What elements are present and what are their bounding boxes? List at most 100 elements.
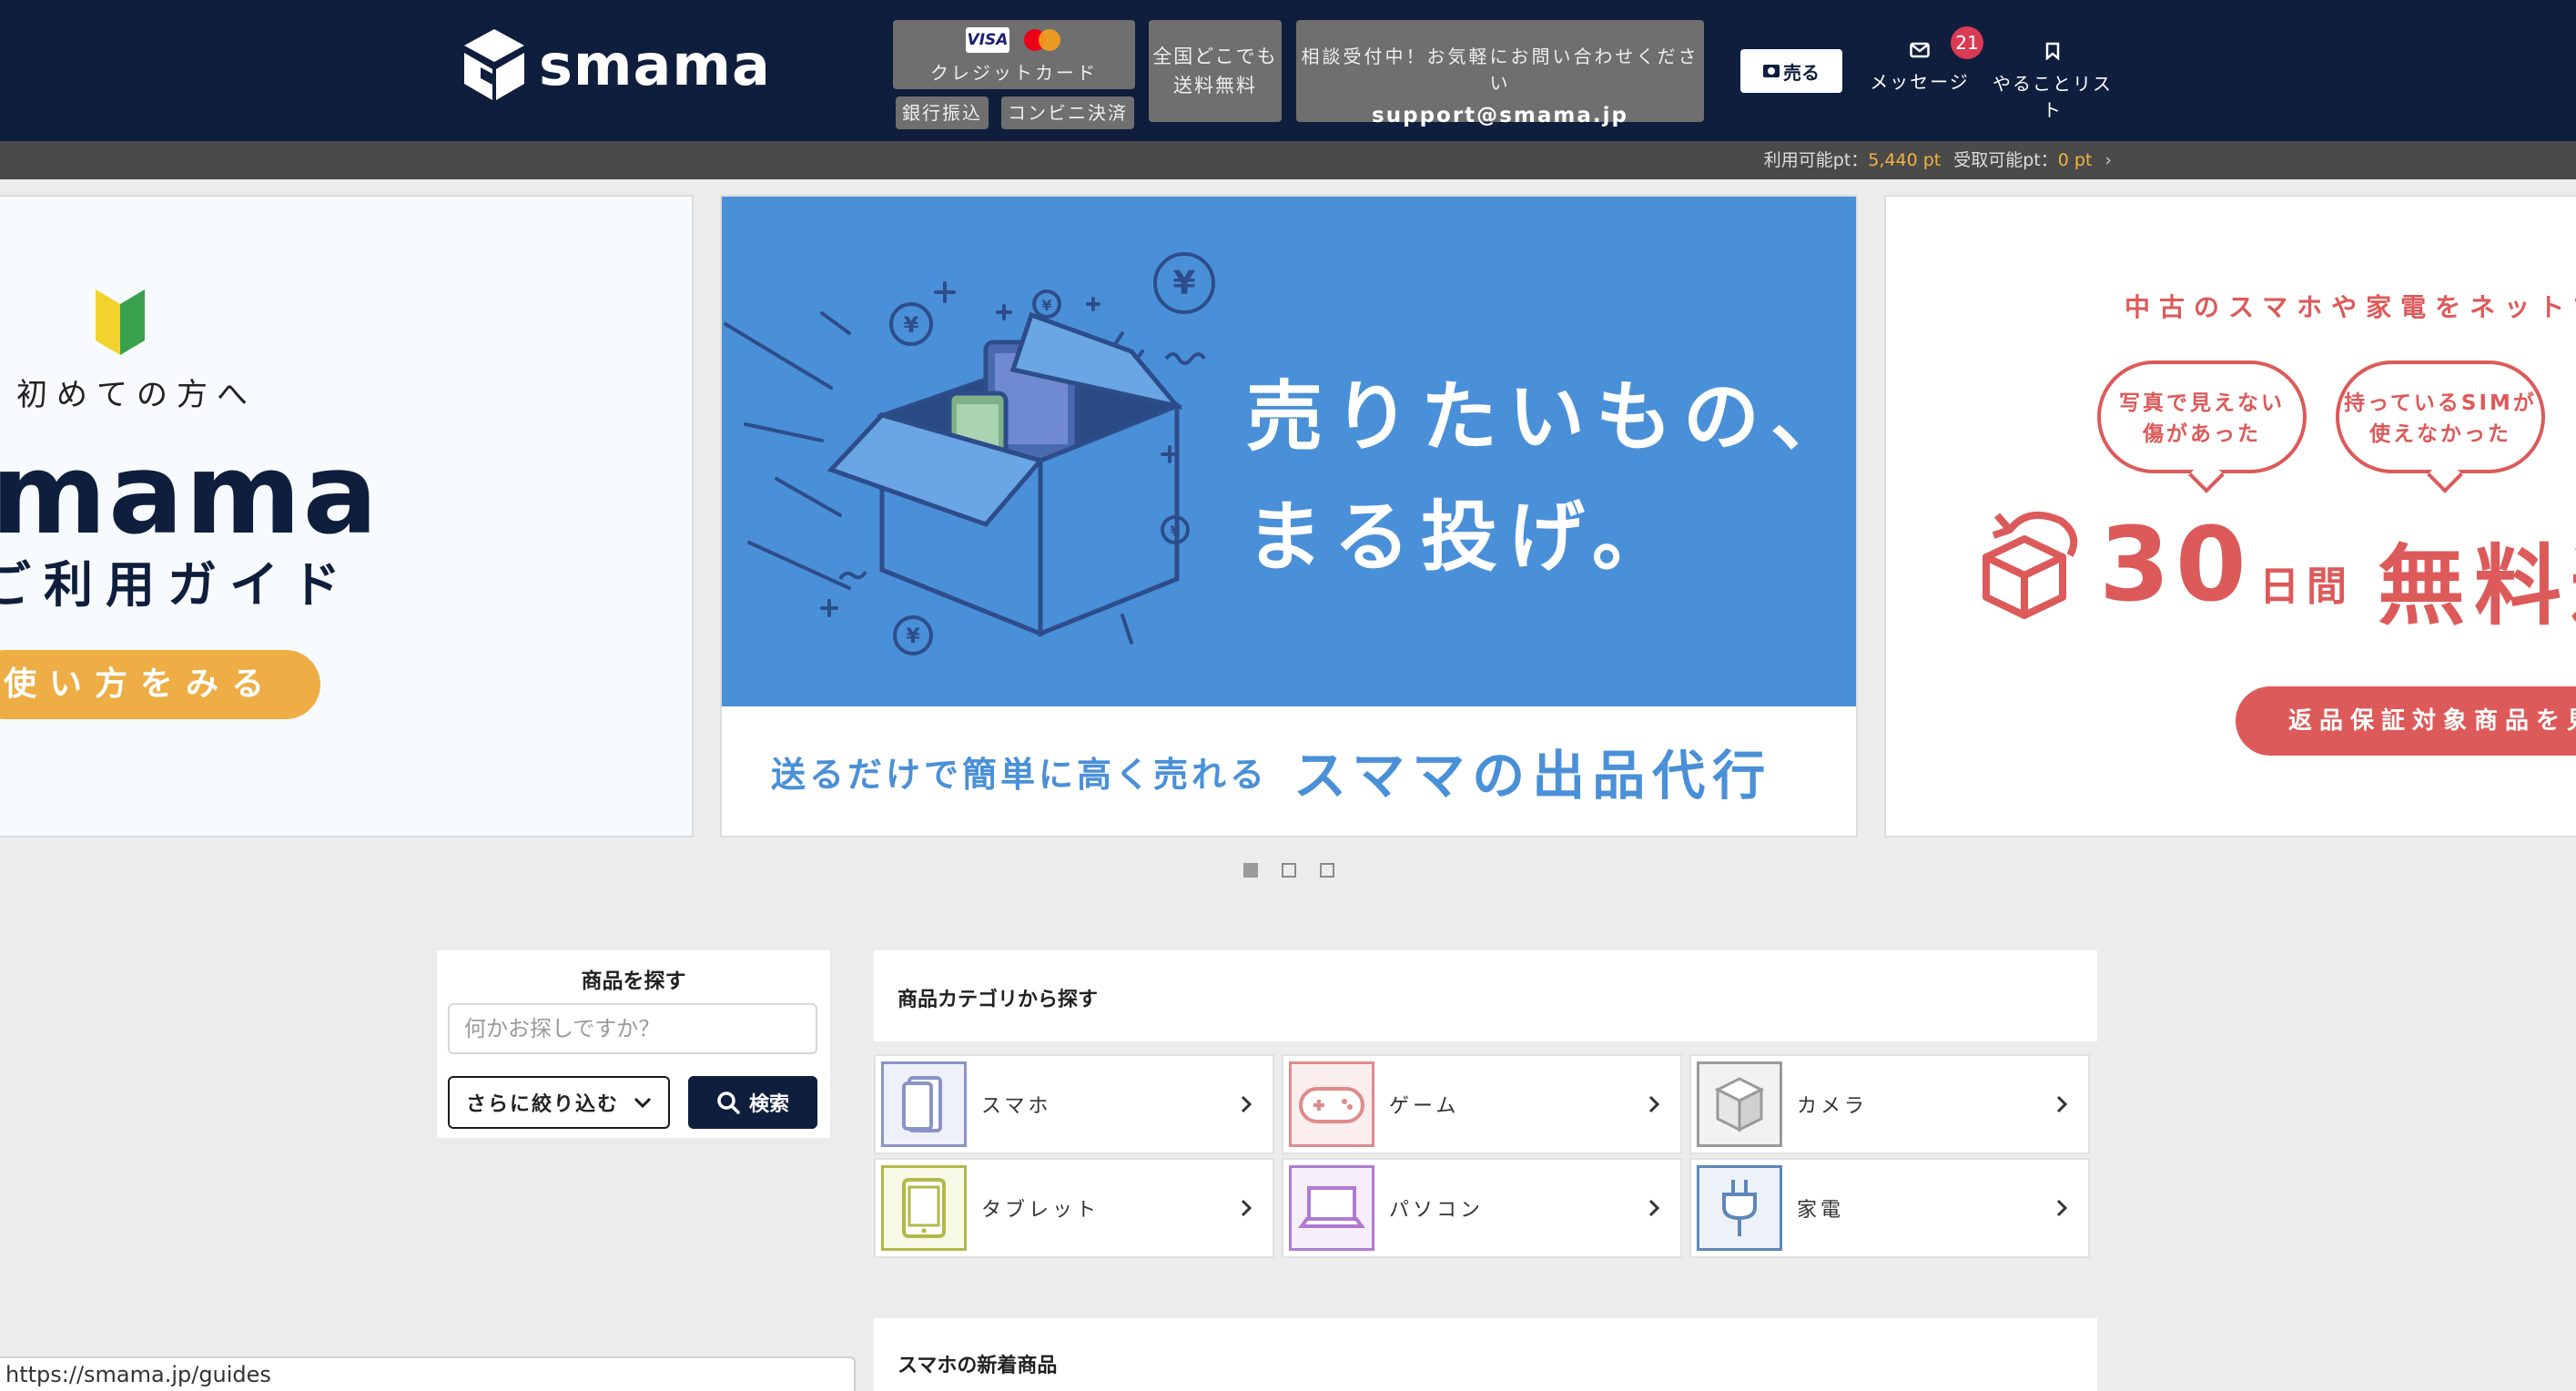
category-card-smartphone[interactable]: スマホ (874, 1054, 1274, 1154)
gamepad-icon (1289, 1061, 1374, 1147)
chevron-right-icon: › (2104, 150, 2112, 170)
carousel-dot-2[interactable] (1282, 863, 1296, 878)
filter-label: さらに絞り込む (465, 1093, 619, 1116)
visa-icon: VISA (966, 27, 1009, 53)
headline-line2: まる投げ。 (1246, 492, 1679, 582)
carousel-slide-consignment[interactable]: ¥ ¥ ¥ ¥ ¥ 売りたいもの、 まる投げ。 送るだけで簡単に高く売れる スマ… (720, 195, 1858, 838)
category-title: 商品カテゴリから探す (898, 989, 1099, 1011)
category-card-game[interactable]: ゲーム (1282, 1054, 1682, 1154)
category-label: タブレット (981, 1199, 1100, 1222)
bookmark-icon (2045, 42, 2060, 60)
credit-card-label: クレジットカード (930, 62, 1098, 84)
messages-label: メッセージ (1870, 71, 1970, 93)
sell-button[interactable]: 売る (1740, 49, 1842, 93)
logo-cube-icon (464, 29, 524, 100)
chevron-right-icon (2056, 1095, 2068, 1113)
search-icon (717, 1091, 740, 1114)
shipping-line2: 送料無料 (1173, 75, 1257, 96)
svg-text:¥: ¥ (906, 625, 920, 648)
convenience-store-label: コンビニ決済 (1001, 96, 1134, 129)
site-header: smama VISA クレジットカード 銀行振込 コンビニ決済 全国どこでも 送… (0, 0, 2576, 141)
svg-text:¥: ¥ (1041, 297, 1051, 314)
payment-credit-card: VISA クレジットカード (893, 20, 1135, 89)
bubble1-line1: 写真で見えない (2119, 391, 2285, 415)
carousel-indicators (1243, 863, 1334, 878)
search-title: 商品を探す (581, 970, 686, 993)
guide-brand: mama (0, 430, 380, 559)
guide-first-time: 初めての方へ (16, 377, 257, 413)
contact-message: 相談受付中！お気軽にお問い合わせください (1301, 46, 1699, 94)
return-guarantee-button[interactable]: 返品保証対象商品を見 (2236, 686, 2576, 756)
points-bar: 利用可能pt：5,440 pt 受取可能pt：0 pt › (0, 141, 2576, 179)
bubble2-line1: 持っているSIMが (2344, 391, 2537, 415)
svg-text:¥: ¥ (1172, 265, 1195, 302)
contact-box[interactable]: 相談受付中！お気軽にお問い合わせください support@smama.jp (1296, 20, 1704, 127)
chevron-right-icon (2056, 1199, 2068, 1217)
todo-list-link[interactable]: やることリスト (1984, 42, 2121, 122)
chevron-right-icon (1241, 1199, 1253, 1217)
category-card-pc[interactable]: パソコン (1282, 1158, 1682, 1258)
tablet-icon (881, 1165, 967, 1251)
plug-icon (1697, 1165, 1782, 1251)
contact-email[interactable]: support@smama.jp (1296, 104, 1704, 127)
usable-points-label: 利用可能pt： (1763, 150, 1869, 170)
free-shipping-badge: 全国どこでも 送料無料 (1149, 20, 1282, 122)
chevron-right-icon (1648, 1095, 1660, 1113)
return-days-number: 30 (2099, 506, 2252, 624)
category-label: 家電 (1797, 1199, 1845, 1222)
category-card-tablet[interactable]: タブレット (874, 1158, 1274, 1258)
carousel-slide-guide[interactable]: 初めての方へ mama ご利用ガイド 使い方をみる (0, 195, 694, 838)
laptop-icon (1289, 1165, 1374, 1251)
camera-icon (1763, 65, 1780, 77)
bubble1-line2: 傷があった (2143, 422, 2261, 446)
bank-transfer-label: 銀行振込 (896, 96, 989, 129)
guide-button[interactable]: 使い方をみる (0, 650, 320, 719)
new-arrivals-header: スマホの新着商品 (874, 1318, 2097, 1391)
category-card-camera[interactable]: カメラ (1689, 1054, 2090, 1154)
caption-small: 送るだけで簡単に高く売れる (771, 754, 1269, 795)
consignment-caption: 送るだけで簡単に高く売れる スママの出品代行 (722, 706, 1856, 836)
speech-bubble-scratch: 写真で見えない 傷があった (2097, 360, 2307, 473)
envelope-icon (1910, 42, 1930, 58)
category-label: ゲーム (1389, 1095, 1460, 1118)
camera-box-icon (1697, 1061, 1782, 1147)
category-card-appliance[interactable]: 家電 (1689, 1158, 2090, 1258)
status-bar-url: https://smama.jp/guides (0, 1356, 856, 1391)
product-search-panel: 商品を探す さらに絞り込む 検索 (437, 950, 830, 1138)
carousel-dot-1[interactable] (1243, 863, 1258, 878)
carousel-slide-return-guarantee[interactable]: 中古のスマホや家電をネットで買 写真で見えない 傷があった 持っているSIMが … (1884, 195, 2576, 838)
chevron-right-icon (1648, 1199, 1660, 1217)
guide-title: ご利用ガイド (0, 556, 353, 614)
mastercard-icon (1022, 27, 1062, 53)
box-devices-illustration: ¥ ¥ ¥ ¥ ¥ (724, 252, 1215, 655)
category-label: パソコン (1389, 1199, 1485, 1222)
chevron-down-icon (634, 1097, 652, 1109)
chevron-right-icon (1241, 1095, 1253, 1113)
sell-label: 売る (1783, 61, 1820, 84)
todo-label: やることリスト (1993, 73, 2113, 121)
category-label: カメラ (1797, 1095, 1869, 1118)
search-input[interactable] (448, 1003, 817, 1054)
consignment-banner: ¥ ¥ ¥ ¥ ¥ 売りたいもの、 まる投げ。 (722, 197, 1856, 706)
return-headline: 中古のスマホや家電をネットで買 (2125, 292, 2576, 322)
search-button[interactable]: 検索 (688, 1076, 817, 1129)
site-logo[interactable]: smama (462, 27, 771, 102)
smartphone-icon (881, 1061, 967, 1147)
category-label: スマホ (981, 1095, 1052, 1118)
caption-large: スママの出品代行 (1293, 745, 1773, 807)
consignment-headline: 売りたいもの、 まる投げ。 (1246, 357, 1858, 597)
search-label: 検索 (748, 1093, 789, 1116)
headline-line1: 売りたいもの、 (1246, 372, 1858, 462)
beginner-mark-icon (96, 289, 145, 355)
usable-points-value: 5,440 pt (1868, 150, 1942, 170)
points-summary[interactable]: 利用可能pt：5,440 pt 受取可能pt：0 pt › (1764, 141, 2112, 179)
speech-bubble-sim: 持っているSIMが 使えなかった (2336, 360, 2545, 473)
carousel-dot-3[interactable] (1320, 863, 1334, 878)
return-free-label: 無料返 (2378, 535, 2576, 637)
logo-text: smama (539, 31, 771, 98)
filter-button[interactable]: さらに絞り込む (448, 1076, 670, 1129)
receivable-points-value: 0 pt (2057, 150, 2093, 170)
return-days-label: 日間 (2259, 564, 2354, 610)
svg-text:¥: ¥ (904, 312, 919, 338)
receivable-points-label: 受取可能pt： (1953, 150, 2058, 170)
